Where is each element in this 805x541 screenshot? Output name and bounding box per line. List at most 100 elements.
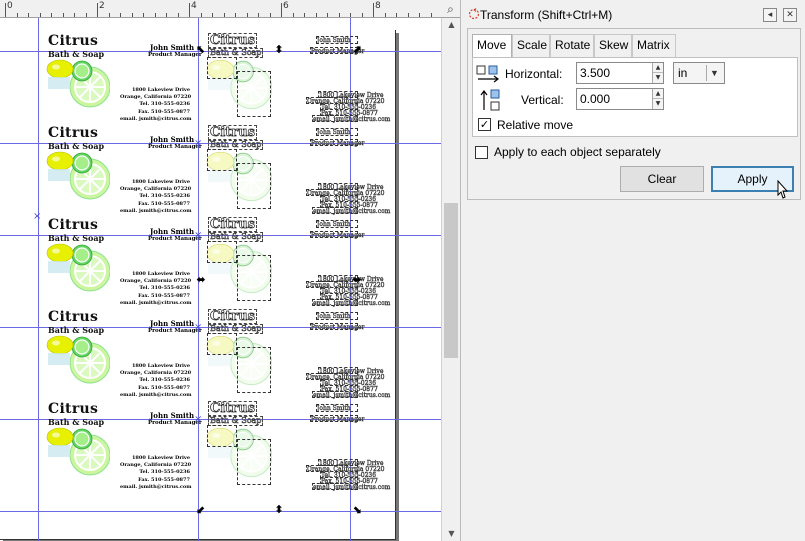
scale-handle-top-left[interactable]: ⬉: [196, 44, 206, 55]
selected-text-outline[interactable]: John Smith: [316, 404, 358, 412]
selected-logo-title[interactable]: Citrus: [208, 309, 257, 324]
dock-restore-icon[interactable]: ◂: [763, 8, 777, 22]
canvas-area[interactable]: 0 2 4 6 8 ⌕ × × × × × Citrus Bath & Soap: [0, 0, 460, 541]
card-role: Product Manager: [148, 52, 202, 58]
vertical-input[interactable]: [577, 89, 653, 109]
scale-handle-right[interactable]: ⬌: [352, 274, 362, 285]
relative-move-label[interactable]: Relative move: [497, 118, 573, 132]
address-line: email. jsmith@citrus.com: [120, 207, 192, 214]
scale-handle-bottom[interactable]: ⬍: [274, 504, 284, 515]
horizontal-input[interactable]: [577, 63, 653, 83]
increment-icon[interactable]: ▲: [653, 63, 663, 73]
clear-button[interactable]: Clear: [620, 166, 704, 192]
selection-outline: [237, 347, 271, 393]
address-line: Fax. 510-555-0877: [138, 292, 190, 299]
business-card[interactable]: Citrus Bath & Soap John Smith Product Ma…: [40, 215, 391, 307]
horizontal-spinbox[interactable]: ▲ ▼: [576, 62, 664, 84]
ruler-minor-tick: [270, 13, 271, 17]
ruler-minor-tick: [51, 13, 52, 17]
business-card[interactable]: Citrus Bath & Soap John Smith Product Ma…: [40, 123, 391, 215]
unit-value: in: [678, 66, 688, 80]
address-line: Orange, California 07220: [120, 186, 192, 193]
tab-skew[interactable]: Skew: [594, 34, 632, 57]
scroll-up-arrow-icon[interactable]: ▲: [442, 18, 460, 32]
scale-handle-top-right[interactable]: ⬈: [352, 44, 362, 55]
ruler-minor-tick: [178, 13, 179, 17]
ruler-number: 8: [375, 1, 381, 11]
relative-move-checkbox[interactable]: ✓: [478, 118, 491, 131]
search-icon[interactable]: ⌕: [441, 0, 460, 18]
selected-text-outline[interactable]: John Smith: [316, 220, 358, 228]
ruler-minor-tick: [247, 13, 248, 17]
decrement-icon[interactable]: ▼: [653, 99, 663, 109]
business-card[interactable]: Citrus Bath & Soap John Smith Product Ma…: [40, 307, 391, 399]
address-line: Tel. 310-555-0236: [139, 193, 190, 200]
selected-text-outline[interactable]: Product Manager: [310, 323, 365, 331]
horizontal-stepper[interactable]: ▲ ▼: [652, 63, 663, 83]
scrollbar-thumb[interactable]: [444, 203, 458, 358]
selected-text-outline: email. jsmith@citrus.com: [312, 299, 391, 307]
ruler-minor-tick: [327, 13, 328, 17]
increment-icon[interactable]: ▲: [653, 89, 663, 99]
vertical-guide[interactable]: [38, 18, 39, 541]
card-address: 1800 Lakeview Drive Orange, California 07…: [120, 179, 192, 215]
address-line: Orange, California 07220: [120, 370, 192, 377]
selected-text-outline[interactable]: Product Manager: [310, 139, 365, 147]
scale-handle-left[interactable]: ⬌: [196, 274, 206, 285]
citrus-logo-image: [46, 57, 111, 115]
scale-handle-bottom-left[interactable]: ⬋: [196, 504, 206, 515]
business-card[interactable]: Citrus Bath & Soap John Smith Product Ma…: [40, 399, 391, 491]
address-line: Orange, California 07220: [120, 94, 192, 101]
selection-outline: [207, 57, 237, 79]
tab-scale[interactable]: Scale: [512, 34, 550, 57]
selected-text-outline[interactable]: John Smith: [316, 312, 358, 320]
tab-rotate[interactable]: Rotate: [550, 34, 594, 57]
ghost-address-line: email. jsmith@citrus.com: [313, 116, 391, 123]
vertical-spinbox[interactable]: ▲ ▼: [576, 88, 664, 110]
selected-logo-title[interactable]: Citrus: [208, 217, 257, 232]
scale-handle-bottom-right[interactable]: ⬊: [352, 504, 362, 515]
logo-title: Citrus: [48, 125, 99, 141]
selected-logo-title[interactable]: Citrus: [208, 401, 257, 416]
mouse-pointer-icon: [777, 180, 789, 199]
ruler-minor-tick: [132, 13, 133, 17]
unit-dropdown[interactable]: in ▼: [673, 62, 725, 84]
dialog-body: Move Scale Rotate Skew Matrix Horizontal…: [467, 28, 801, 200]
scale-handle-top[interactable]: ⬍: [274, 44, 284, 55]
tab-matrix[interactable]: Matrix: [632, 34, 676, 57]
apply-each-label[interactable]: Apply to each object separately: [494, 145, 661, 159]
address-line: email. jsmith@citrus.com: [120, 391, 192, 398]
drawing-canvas[interactable]: × × × × × Citrus Bath & Soap John Smith …: [0, 18, 441, 541]
decrement-icon[interactable]: ▼: [653, 73, 663, 83]
selected-logo-title[interactable]: Citrus: [208, 125, 257, 140]
ruler-minor-tick: [17, 13, 18, 17]
ruler-minor-tick: [373, 13, 374, 17]
dock-close-icon[interactable]: ✕: [783, 8, 797, 22]
ruler-minor-tick: [143, 13, 144, 17]
selected-text-outline[interactable]: Product Manager: [310, 47, 365, 55]
vertical-scrollbar[interactable]: ▲ ▼: [441, 18, 460, 541]
tab-move[interactable]: Move: [472, 34, 512, 58]
horizontal-guide[interactable]: [0, 511, 441, 512]
ruler-minor-tick: [419, 13, 420, 17]
ruler-minor-tick: [281, 13, 282, 17]
ruler-number: 4: [191, 1, 197, 11]
ghost-role: Product Manager: [311, 140, 365, 147]
citrus-logo-image: [46, 241, 111, 299]
selected-text-outline[interactable]: Product Manager: [310, 415, 365, 423]
selected-text-outline[interactable]: Product Manager: [310, 231, 365, 239]
card-role: Product Manager: [148, 144, 202, 150]
address-line: 1800 Lakeview Drive: [131, 271, 190, 277]
apply-each-checkbox[interactable]: [475, 146, 488, 159]
selected-text-outline: email. jsmith@citrus.com: [312, 483, 391, 491]
ruler-number: 6: [283, 1, 289, 11]
selected-text-outline: email. jsmith@citrus.com: [312, 391, 391, 399]
checkmark-icon: ✓: [479, 118, 490, 131]
card-name: John Smith: [150, 319, 195, 328]
selected-text-outline[interactable]: John Smith: [316, 128, 358, 136]
scroll-down-arrow-icon[interactable]: ▼: [442, 527, 460, 541]
vertical-stepper[interactable]: ▲ ▼: [652, 89, 663, 109]
horizontal-ruler[interactable]: 0 2 4 6 8: [0, 0, 441, 18]
ruler-minor-tick: [362, 13, 363, 17]
selected-logo-title[interactable]: Citrus: [208, 33, 257, 48]
